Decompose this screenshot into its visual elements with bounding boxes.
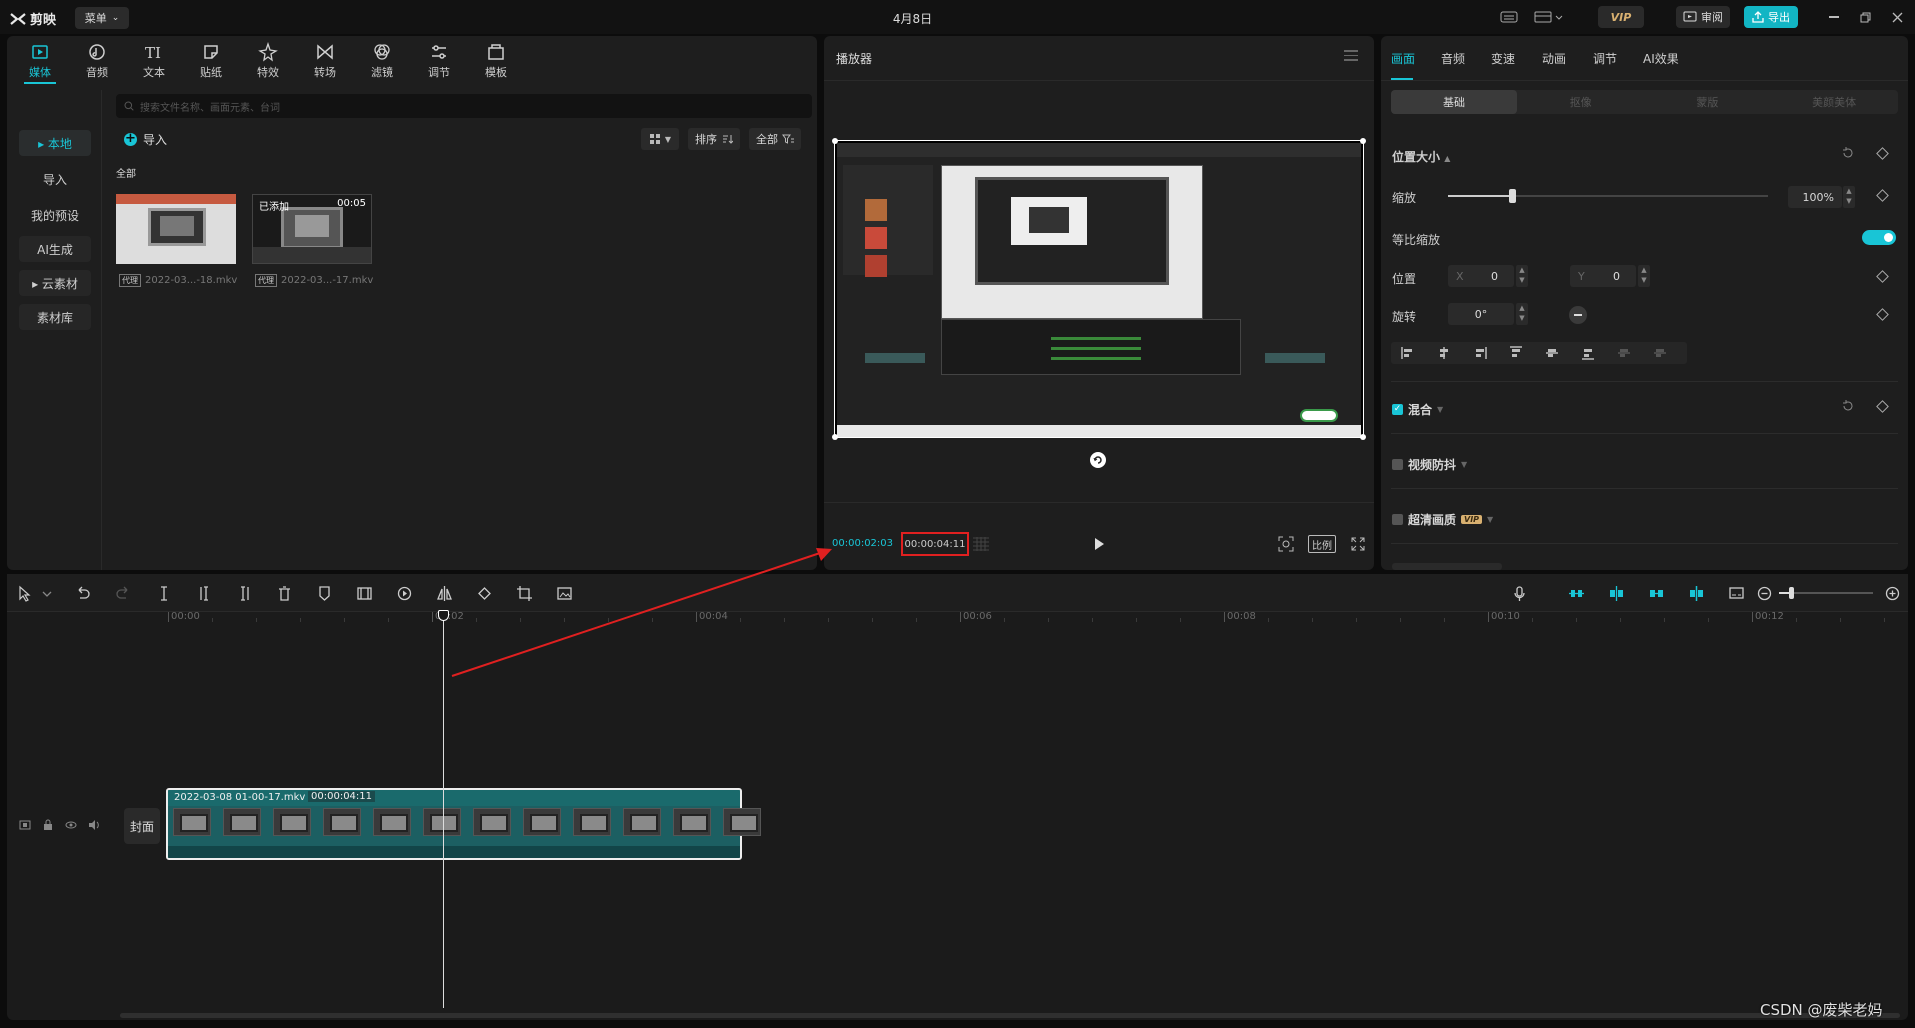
annotation-arrow xyxy=(451,548,832,677)
watermark: CSDN @废柴老妈 xyxy=(1760,1001,1883,1019)
